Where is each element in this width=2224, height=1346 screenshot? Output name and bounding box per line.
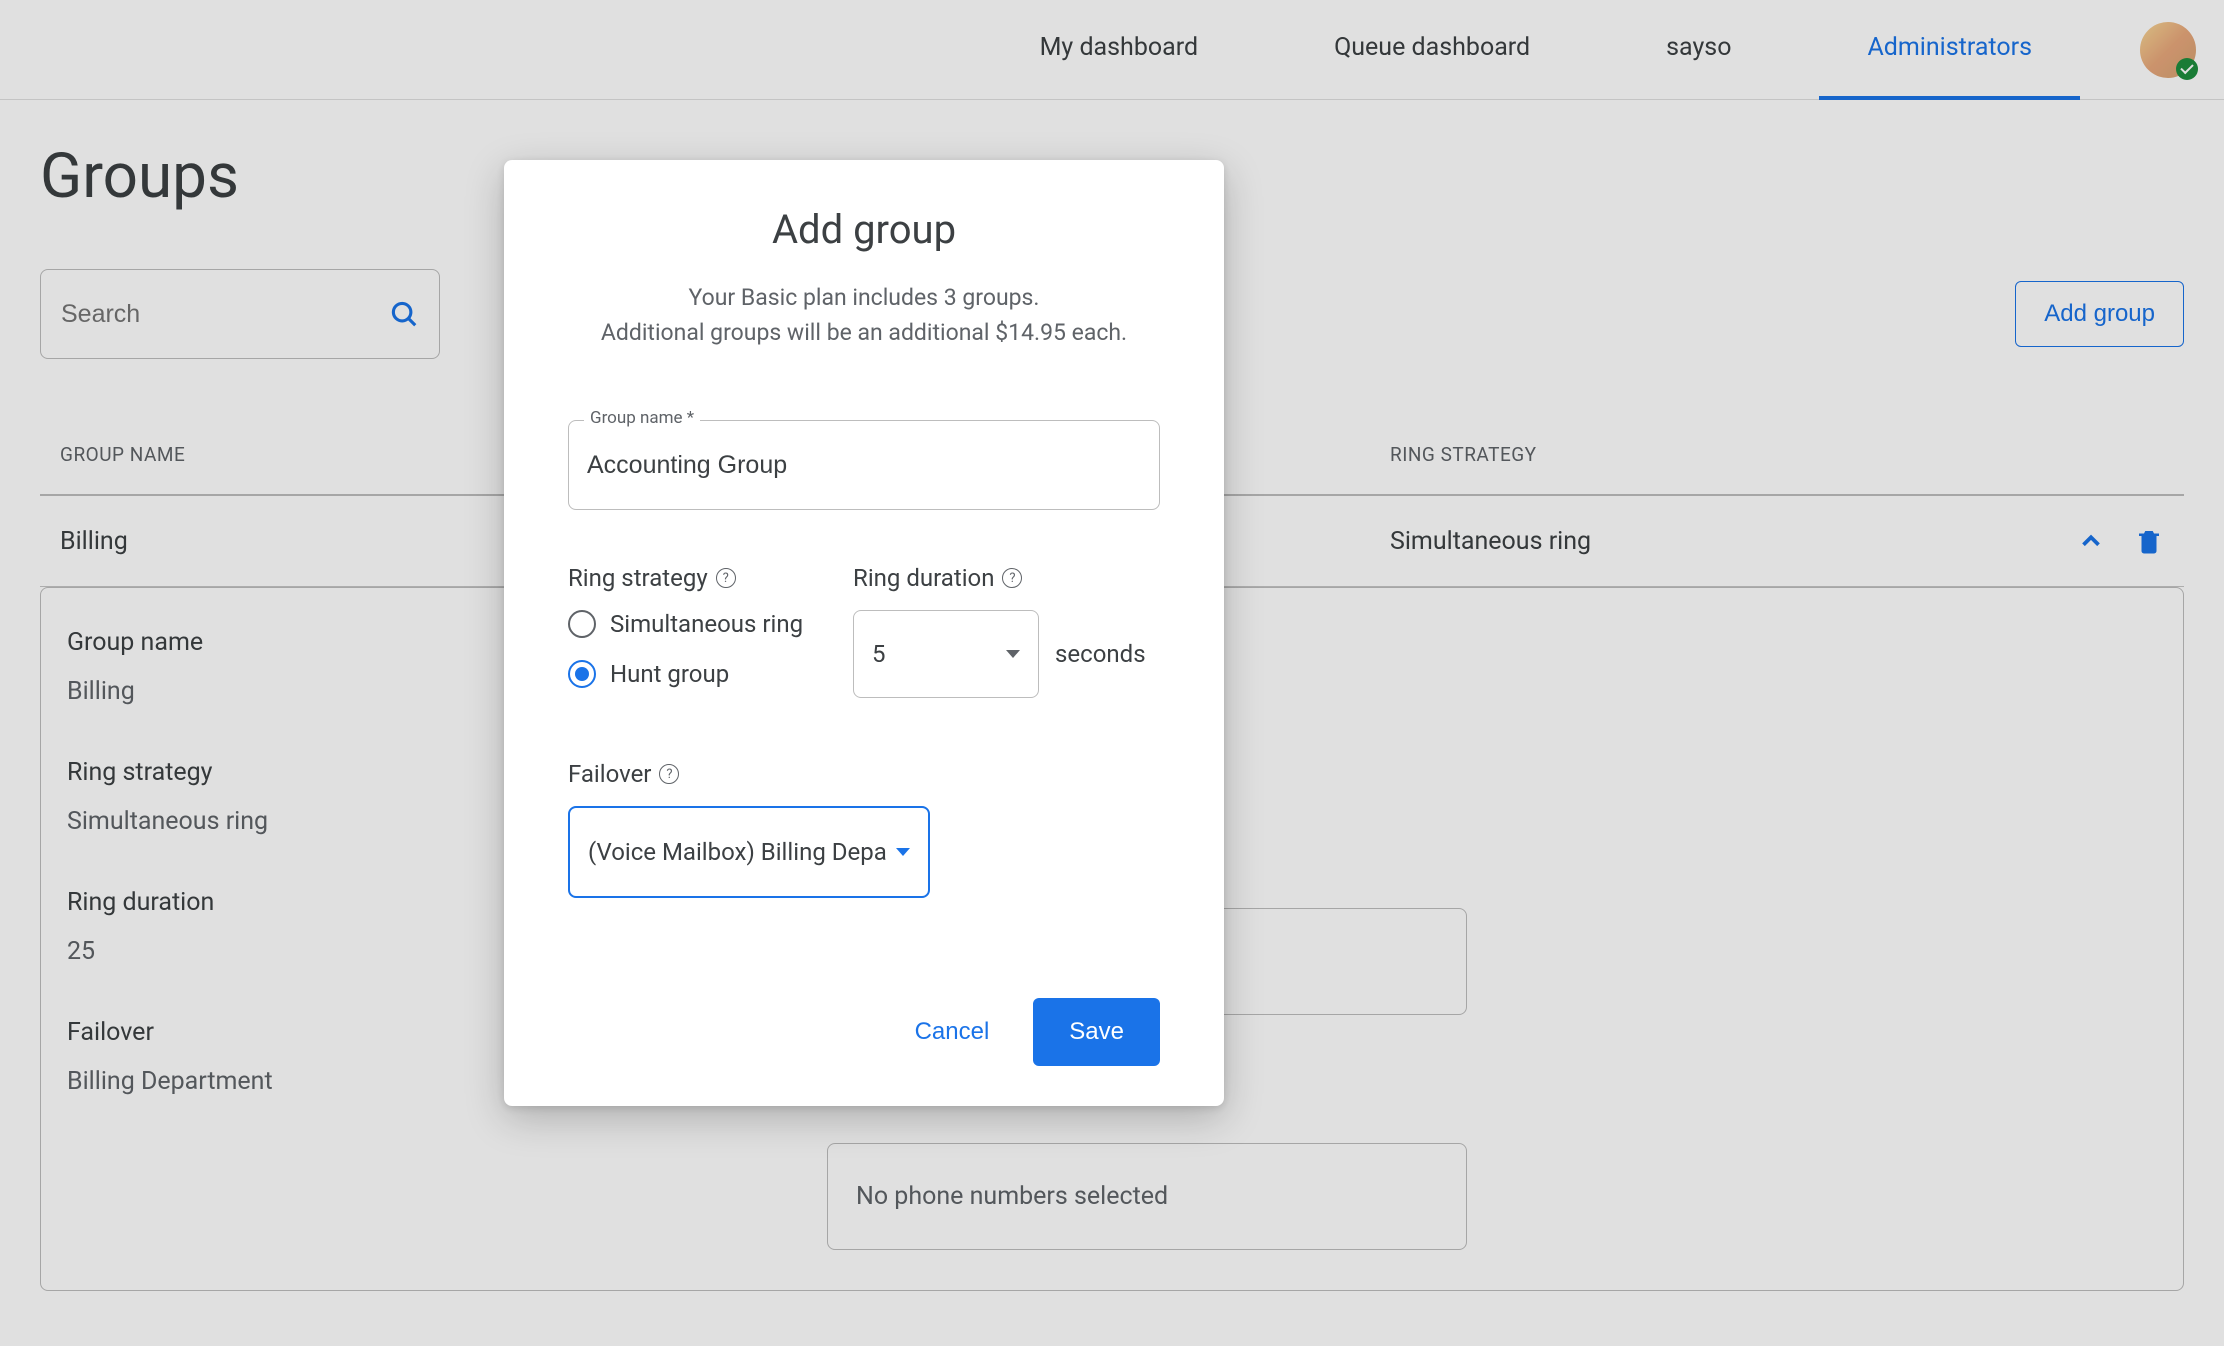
ring-duration-label: Ring duration [853, 564, 994, 592]
group-name-field: Group name * [568, 420, 1160, 510]
failover-value: (Voice Mailbox) Billing Department [588, 838, 888, 866]
help-icon[interactable]: ? [716, 568, 736, 588]
failover-label: Failover [568, 760, 651, 788]
radio-icon [568, 660, 596, 688]
ring-duration-select[interactable]: 5 [853, 610, 1039, 698]
add-group-modal: Add group Your Basic plan includes 3 gro… [504, 160, 1224, 1106]
ring-strategy-section: Ring strategy ? Simultaneous ring Hunt g… [568, 564, 803, 710]
group-name-input[interactable] [568, 420, 1160, 510]
radio-hunt-group[interactable]: Hunt group [568, 660, 803, 688]
cancel-button[interactable]: Cancel [907, 1008, 998, 1056]
radio-hunt-label: Hunt group [610, 660, 729, 688]
ring-duration-unit: seconds [1055, 640, 1146, 668]
help-icon[interactable]: ? [1002, 568, 1022, 588]
radio-simultaneous-label: Simultaneous ring [610, 610, 803, 638]
radio-simultaneous-ring[interactable]: Simultaneous ring [568, 610, 803, 638]
group-name-label: Group name * [584, 408, 700, 428]
ring-duration-value: 5 [872, 640, 886, 668]
modal-actions: Cancel Save [568, 998, 1160, 1066]
help-icon[interactable]: ? [659, 764, 679, 784]
ring-duration-section: Ring duration ? 5 seconds [853, 564, 1146, 710]
modal-title: Add group [568, 206, 1160, 253]
ring-strategy-label: Ring strategy [568, 564, 708, 592]
failover-select[interactable]: (Voice Mailbox) Billing Department [568, 806, 930, 898]
radio-icon [568, 610, 596, 638]
chevron-down-icon [896, 848, 910, 856]
modal-subtitle-line1: Your Basic plan includes 3 groups. [689, 284, 1040, 311]
modal-subtitle-line2: Additional groups will be an additional … [601, 319, 1127, 346]
save-button[interactable]: Save [1033, 998, 1160, 1066]
chevron-down-icon [1006, 650, 1020, 658]
modal-subtitle: Your Basic plan includes 3 groups. Addit… [568, 281, 1160, 350]
